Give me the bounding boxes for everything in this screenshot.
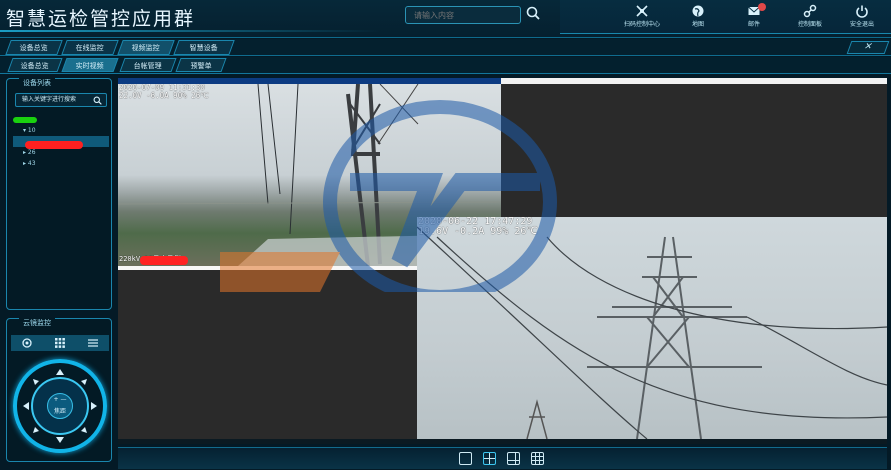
tree-node[interactable]: ▾ 10 — [13, 125, 109, 136]
nine-grid-layout-icon[interactable] — [531, 452, 544, 465]
app-title: 智慧运检管控应用群 — [6, 8, 196, 30]
camera-osd: 2020-07-09 11:31:30 22.0V -6.0A 90% 26℃ — [119, 84, 209, 100]
search-icon[interactable] — [93, 96, 102, 105]
layout-switch-bar — [118, 447, 887, 469]
search-icon[interactable] — [526, 6, 540, 20]
globe-icon — [692, 5, 704, 17]
tab-label: 设备总览 — [19, 44, 48, 52]
tab-label: 预警单 — [190, 62, 212, 70]
scan-control-button[interactable]: 扫码控制中心 — [612, 2, 672, 32]
distance-label: 距 — [60, 408, 67, 415]
panel-title: 设备列表 — [19, 78, 55, 88]
subtab-device-overview[interactable]: 设备总览 — [7, 58, 63, 72]
header-decoration — [0, 30, 380, 32]
osd-readings: 22.0V -6.0A 90% 26℃ — [119, 91, 209, 100]
main-tab-bar: 设备总览 在线监控 视频监控 智慧设备 — [0, 39, 891, 56]
subtab-ledger[interactable]: 台帐管理 — [119, 58, 177, 72]
video-cell-camera-2[interactable]: 2020-06-22 17:47:29 19.6V -0.2A 99% 26℃ — [417, 217, 887, 439]
app-window: 智慧运检管控应用群 扫码控制中心 地图 邮件 控制面板 — [0, 0, 891, 470]
tab-smart-devices[interactable]: 智慧设备 — [173, 40, 235, 55]
tab-label: 台帐管理 — [133, 62, 162, 70]
osd-readings: 19.6V -0.2A 99% 26℃ — [418, 226, 538, 237]
status-mark — [13, 117, 37, 123]
zoom-plus-icon[interactable]: + — [54, 396, 59, 403]
ptz-direction-ring[interactable]: + — 焦距 — [13, 359, 107, 453]
map-button[interactable]: 地图 — [668, 2, 728, 32]
scan-control-label: 扫码控制中心 — [623, 21, 660, 28]
panel-title: 云镜监控 — [19, 318, 55, 328]
header-button-frame: 扫码控制中心 地图 邮件 控制面板 安全退出 — [560, 0, 891, 34]
mail-button[interactable]: 邮件 — [724, 2, 784, 32]
redaction-mark — [25, 141, 83, 149]
logout-button[interactable]: 安全退出 — [832, 2, 891, 32]
ptz-inner-ring: + — 焦距 — [31, 377, 89, 435]
connector-icon — [636, 5, 648, 17]
close-tabs-button[interactable]: ✕ — [846, 41, 890, 54]
redaction-mark — [140, 256, 188, 265]
video-divider — [118, 266, 418, 270]
control-panel-button[interactable]: 控制面板 — [780, 2, 840, 32]
subtab-realtime-video[interactable]: 实时视频 — [61, 58, 119, 72]
ptz-toolbar — [11, 335, 109, 351]
video-cell-empty[interactable] — [118, 270, 417, 439]
tab-label: 视频监控 — [131, 44, 160, 52]
map-label: 地图 — [691, 21, 704, 28]
quad-layout-icon[interactable] — [483, 452, 496, 465]
ptz-control-panel: 云镜监控 + — 焦距 — [6, 318, 112, 462]
tab-online-monitor[interactable]: 在线监控 — [61, 40, 119, 55]
video-cell-empty[interactable] — [501, 84, 887, 217]
camera-osd: 2020-06-22 17:47:29 19.6V -0.2A 99% 26℃ — [418, 217, 538, 237]
tab-label: 智慧设备 — [189, 44, 218, 52]
subtab-warnings[interactable]: 预警单 — [175, 58, 227, 72]
mail-label: 邮件 — [747, 21, 760, 28]
one-plus-three-layout-icon[interactable] — [507, 452, 520, 465]
close-icon: ✕ — [862, 42, 874, 52]
header-bar: 智慧运检管控应用群 扫码控制中心 地图 邮件 控制面板 — [0, 0, 891, 38]
device-list-panel: 设备列表 输入关键字进行搜索 ▾ 10 ▸ 26 ▸ 43 — [6, 78, 112, 310]
zoom-minus-icon[interactable]: — — [60, 396, 66, 403]
tab-label: 在线监控 — [75, 44, 104, 52]
video-grid: 2020-07-09 11:31:30 22.0V -6.0A 90% 26℃ … — [118, 78, 887, 444]
device-search-placeholder: 输入关键字进行搜索 — [22, 96, 77, 103]
device-search-input[interactable]: 输入关键字进行搜索 — [15, 93, 107, 107]
target-icon[interactable] — [22, 338, 32, 348]
notification-badge — [758, 3, 766, 11]
ptz-zoom-control[interactable]: + — 焦距 — [47, 393, 73, 419]
power-icon — [856, 5, 868, 18]
tab-label: 实时视频 — [75, 62, 104, 70]
logout-label: 安全退出 — [849, 21, 874, 28]
control-panel-label: 控制面板 — [797, 21, 822, 28]
tab-video-monitor[interactable]: 视频监控 — [117, 40, 175, 55]
tab-label: 设备总览 — [20, 62, 49, 70]
sliders-icon[interactable] — [87, 338, 98, 348]
tower-scene-image — [417, 226, 887, 439]
tab-device-overview[interactable]: 设备总览 — [5, 40, 63, 55]
grid-dots-icon[interactable] — [54, 338, 65, 348]
single-layout-icon[interactable] — [459, 452, 472, 465]
tree-node[interactable]: ▸ 43 — [13, 158, 109, 169]
link-icon — [803, 4, 817, 18]
global-search-input[interactable] — [405, 6, 521, 24]
sub-tab-bar: 设备总览 实时视频 台帐管理 预警单 — [0, 57, 891, 74]
